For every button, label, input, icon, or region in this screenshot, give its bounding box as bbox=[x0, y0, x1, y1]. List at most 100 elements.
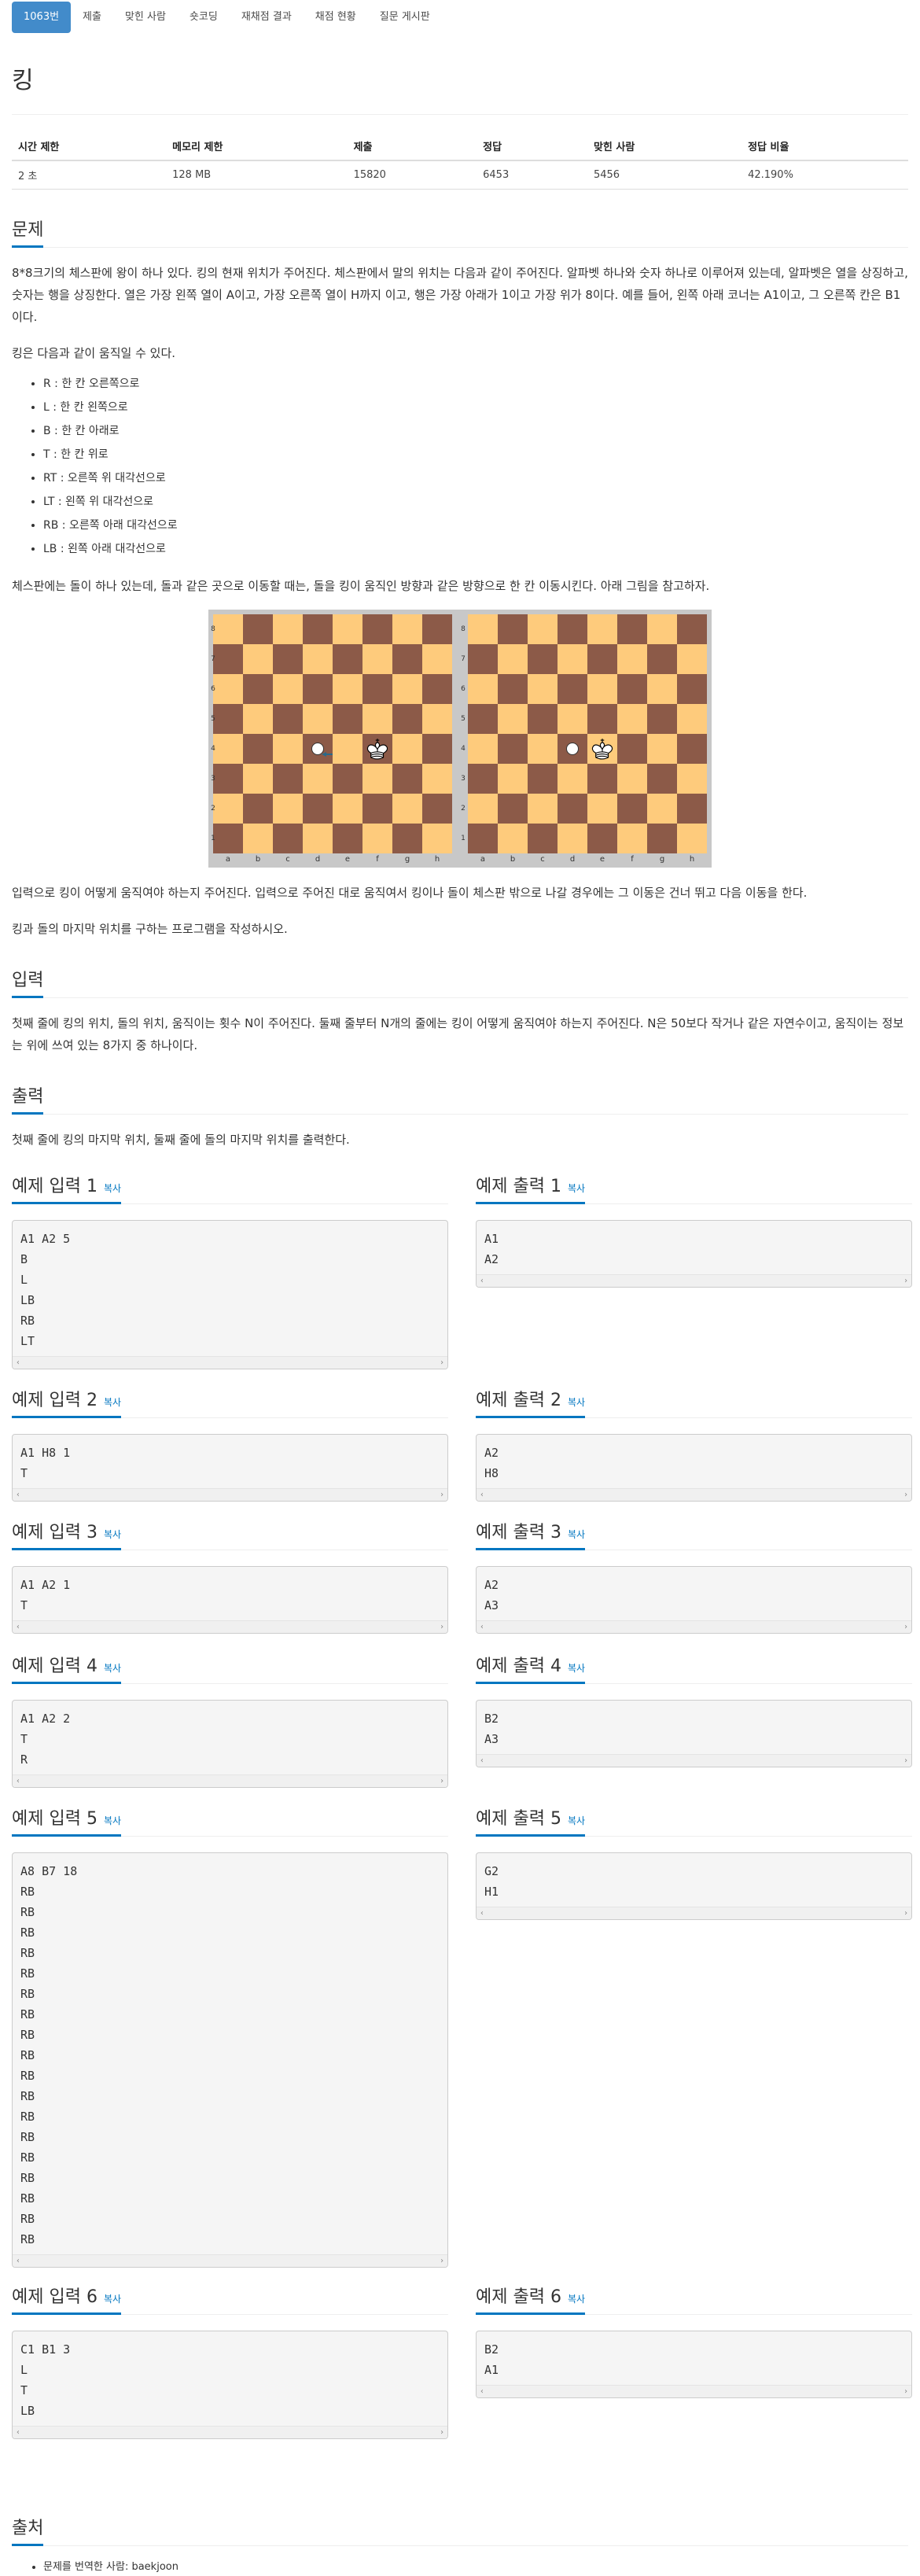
sample-output-text[interactable]: A2 A3 ‹ › bbox=[476, 1565, 912, 1634]
board-square bbox=[558, 703, 587, 734]
scroll-right-icon[interactable]: › bbox=[440, 2427, 444, 2438]
copy-link[interactable]: 복사 bbox=[568, 2294, 585, 2305]
tab-judge-status[interactable]: 채점 현황 bbox=[304, 2, 368, 33]
copy-link[interactable]: 복사 bbox=[568, 1815, 585, 1826]
horizontal-scrollbar[interactable]: ‹ › bbox=[13, 1487, 447, 1501]
board-square bbox=[422, 643, 452, 674]
scroll-left-icon[interactable]: ‹ bbox=[480, 1489, 484, 1501]
file-labels: a b c d e f g h bbox=[468, 855, 707, 866]
sample-input-text[interactable]: A1 A2 2 T R ‹ › bbox=[12, 1699, 448, 1788]
horizontal-scrollbar[interactable]: ‹ › bbox=[477, 1487, 911, 1501]
horizontal-scrollbar[interactable]: ‹ › bbox=[13, 2254, 447, 2267]
horizontal-scrollbar[interactable]: ‹ › bbox=[13, 1774, 447, 1787]
sample-code: B2 A1 bbox=[484, 2342, 499, 2377]
horizontal-scrollbar[interactable]: ‹ › bbox=[13, 1620, 447, 1633]
input-section-header: 입력 bbox=[12, 967, 908, 998]
horizontal-scrollbar[interactable]: ‹ › bbox=[477, 1273, 911, 1287]
tab-solved-users[interactable]: 맞힌 사람 bbox=[113, 2, 178, 33]
scroll-right-icon[interactable]: › bbox=[903, 1621, 908, 1633]
scroll-left-icon[interactable]: ‹ bbox=[480, 2386, 484, 2397]
scroll-left-icon[interactable]: ‹ bbox=[16, 1357, 20, 1369]
scroll-right-icon[interactable]: › bbox=[903, 1489, 908, 1501]
scroll-right-icon[interactable]: › bbox=[440, 1775, 444, 1787]
copy-link[interactable]: 복사 bbox=[104, 1815, 121, 1826]
tab-problem-number[interactable]: 1063번 bbox=[12, 2, 72, 33]
sample-output-text[interactable]: G2 H1 ‹ › bbox=[476, 1852, 912, 1920]
copy-link[interactable]: 복사 bbox=[104, 1397, 121, 1408]
rank-label: 4 bbox=[461, 744, 466, 753]
scroll-right-icon[interactable]: › bbox=[903, 1755, 908, 1767]
copy-link[interactable]: 복사 bbox=[568, 1529, 585, 1540]
sample-input-text[interactable]: A1 A2 1 T ‹ › bbox=[12, 1565, 448, 1634]
scroll-right-icon[interactable]: › bbox=[903, 1275, 908, 1287]
scroll-left-icon[interactable]: ‹ bbox=[480, 1907, 484, 1919]
sample-input-text[interactable]: C1 B1 3 L T LB ‹ › bbox=[12, 2330, 448, 2439]
copy-link[interactable]: 복사 bbox=[104, 2294, 121, 2305]
scroll-left-icon[interactable]: ‹ bbox=[16, 1489, 20, 1501]
scroll-left-icon[interactable]: ‹ bbox=[480, 1755, 484, 1767]
board-square bbox=[273, 763, 303, 794]
stats-header-memory-limit: 메모리 제한 bbox=[166, 132, 348, 161]
move-item-rt: RT : 오른쪽 위 대각선으로 bbox=[43, 466, 908, 490]
sample-output-text[interactable]: A1 A2 ‹ › bbox=[476, 1219, 912, 1288]
sample-code: A1 A2 5 B L LB RB LT bbox=[20, 1231, 71, 1348]
file-labels: a b c d e f g h bbox=[213, 855, 452, 866]
sample-input-text[interactable]: A8 B7 18 RB RB RB RB RB RB RB RB RB RB R… bbox=[12, 1852, 448, 2268]
scroll-left-icon[interactable]: ‹ bbox=[480, 1621, 484, 1633]
board-square bbox=[498, 733, 528, 764]
horizontal-scrollbar[interactable]: ‹ › bbox=[13, 1355, 447, 1369]
scroll-left-icon[interactable]: ‹ bbox=[16, 2255, 20, 2267]
sample-input-text[interactable]: A1 H8 1 T ‹ › bbox=[12, 1433, 448, 1502]
source-section-header: 출처 bbox=[12, 2515, 908, 2546]
sample-output-6: 예제 출력 6 복사 B2 A1 ‹ › bbox=[476, 2283, 912, 2398]
scroll-right-icon[interactable]: › bbox=[440, 1489, 444, 1501]
board-square bbox=[647, 823, 677, 853]
sample-input-header: 예제 입력 3 복사 bbox=[12, 1519, 448, 1550]
board-square bbox=[677, 793, 707, 824]
horizontal-scrollbar[interactable]: ‹ › bbox=[477, 1753, 911, 1767]
tab-short-coding[interactable]: 숏코딩 bbox=[178, 2, 230, 33]
copy-link[interactable]: 복사 bbox=[104, 1529, 121, 1540]
copy-link[interactable]: 복사 bbox=[568, 1663, 585, 1674]
copy-link[interactable]: 복사 bbox=[104, 1663, 121, 1674]
board-square bbox=[243, 823, 273, 853]
board-square bbox=[528, 763, 558, 794]
tab-question-board[interactable]: 질문 게시판 bbox=[368, 2, 442, 33]
board-square bbox=[587, 793, 617, 824]
scroll-left-icon[interactable]: ‹ bbox=[16, 1775, 20, 1787]
board-square bbox=[498, 793, 528, 824]
copy-link[interactable]: 복사 bbox=[104, 1183, 121, 1194]
horizontal-scrollbar[interactable]: ‹ › bbox=[477, 1906, 911, 1919]
sample-output-text[interactable]: A2 H8 ‹ › bbox=[476, 1433, 912, 1502]
copy-link[interactable]: 복사 bbox=[568, 1183, 585, 1194]
horizontal-scrollbar[interactable]: ‹ › bbox=[477, 2384, 911, 2397]
stats-accept-ratio: 42.190% bbox=[742, 160, 908, 190]
scroll-right-icon[interactable]: › bbox=[903, 1907, 908, 1919]
sample-output-text[interactable]: B2 A3 ‹ › bbox=[476, 1699, 912, 1767]
sample-output-text[interactable]: B2 A1 ‹ › bbox=[476, 2330, 912, 2398]
scroll-right-icon[interactable]: › bbox=[440, 1621, 444, 1633]
board-square bbox=[468, 673, 498, 704]
scroll-left-icon[interactable]: ‹ bbox=[16, 1621, 20, 1633]
scroll-left-icon[interactable]: ‹ bbox=[480, 1275, 484, 1287]
tab-rejudge-results[interactable]: 재채점 결과 bbox=[230, 2, 304, 33]
scroll-right-icon[interactable]: › bbox=[440, 2255, 444, 2267]
scroll-left-icon[interactable]: ‹ bbox=[16, 2427, 20, 2438]
horizontal-scrollbar[interactable]: ‹ › bbox=[13, 2425, 447, 2438]
board-square bbox=[422, 703, 452, 734]
copy-link[interactable]: 복사 bbox=[568, 1397, 585, 1408]
sample-output-title: 예제 출력 5 bbox=[476, 1808, 561, 1829]
horizontal-scrollbar[interactable]: ‹ › bbox=[477, 1620, 911, 1633]
board-square bbox=[617, 673, 647, 704]
input-heading: 입력 bbox=[12, 967, 44, 998]
board-square bbox=[392, 763, 422, 794]
samples-area: 예제 입력 1 복사 A1 A2 5 B L LB RB LT ‹ › 예제 출력 1 복사… bbox=[12, 1173, 912, 2502]
sample-input-text[interactable]: A1 A2 5 B L LB RB LT ‹ › bbox=[12, 1219, 448, 1369]
board-square bbox=[498, 763, 528, 794]
sample-title-wrap: 예제 출력 4 복사 bbox=[476, 1653, 586, 1684]
scroll-right-icon[interactable]: › bbox=[903, 2386, 908, 2397]
board-square bbox=[362, 703, 392, 734]
tab-submit[interactable]: 제출 bbox=[71, 2, 113, 33]
board-square bbox=[647, 733, 677, 764]
scroll-right-icon[interactable]: › bbox=[440, 1357, 444, 1369]
